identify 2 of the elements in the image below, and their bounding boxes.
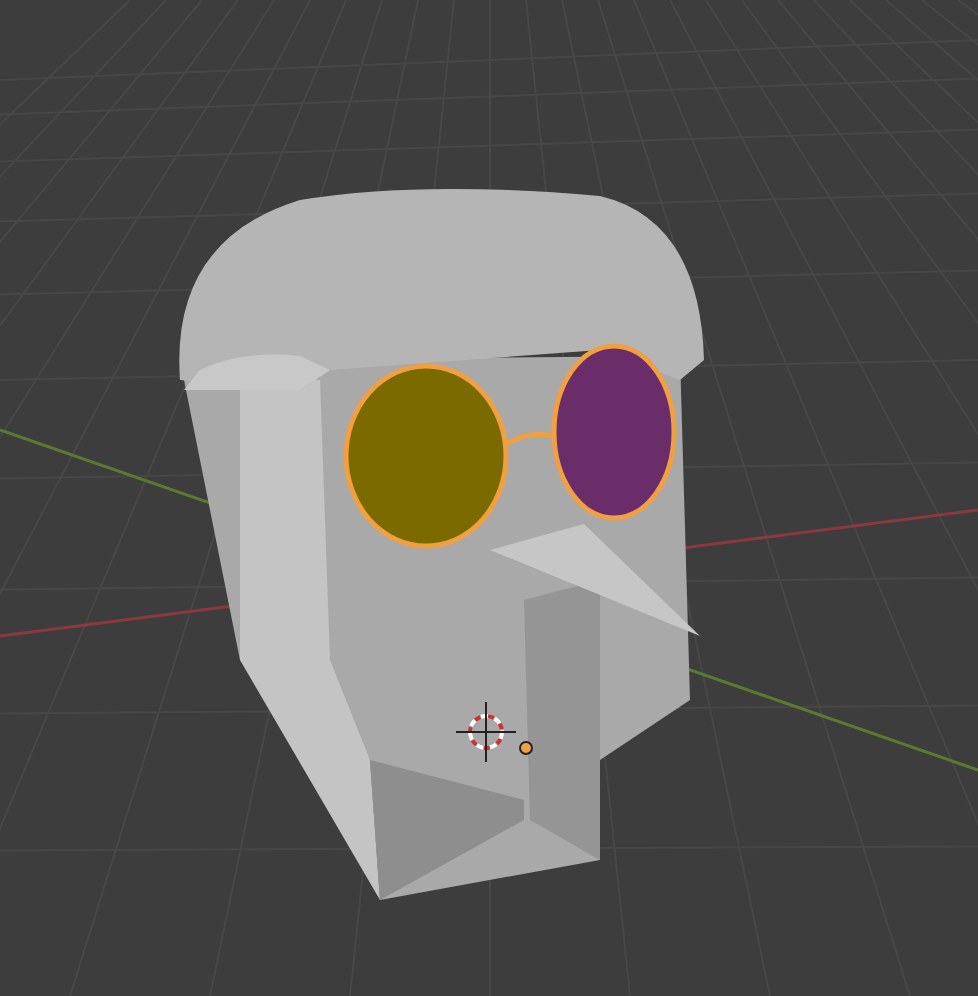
3d-cursor-icon [455,701,517,763]
origin-dot-icon [519,741,533,755]
